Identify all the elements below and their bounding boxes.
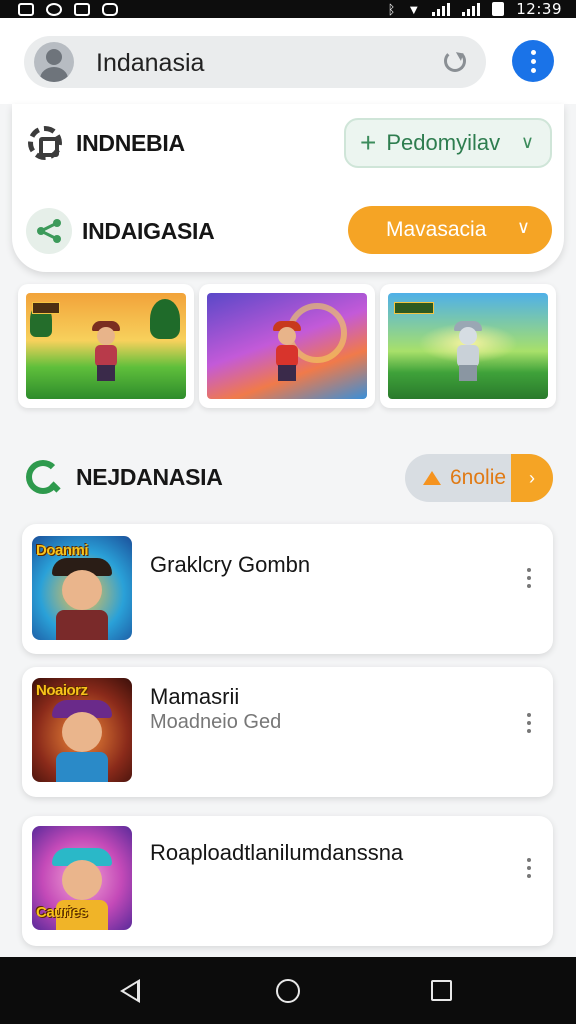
chevron-right-icon: ›	[511, 454, 553, 502]
game-icon-caption: Doanmi	[36, 542, 89, 559]
section-row-title: INDAIGASIA	[82, 218, 215, 244]
search-input[interactable]: Indanasia	[96, 49, 204, 78]
game-thumbnail-card[interactable]	[18, 284, 194, 408]
character-illustration	[450, 321, 486, 381]
more-options-icon[interactable]	[527, 858, 531, 878]
top-app-bar: Indanasia	[0, 18, 576, 104]
game-icon: Cauries	[32, 826, 132, 930]
row1-dropdown-button[interactable]: + Pedomyilav ∨	[344, 118, 552, 168]
status-bar: ᛒ ▼ 12:39	[0, 0, 576, 18]
plus-icon: +	[360, 127, 377, 158]
recent-apps-icon[interactable]	[431, 980, 452, 1001]
chevron-down-icon: ∨	[516, 217, 530, 237]
gear-icon	[28, 126, 62, 160]
more-options-icon[interactable]	[527, 713, 531, 733]
refresh-loop-icon	[26, 460, 60, 494]
section-action-button[interactable]: 6nolie ›	[405, 454, 553, 502]
game-icon-caption: Noaiorz	[36, 682, 88, 699]
section-row-title: INDNEBIA	[76, 130, 185, 156]
game-logo-badge	[394, 302, 434, 314]
overflow-menu-button[interactable]	[512, 40, 554, 82]
character-illustration	[269, 321, 305, 381]
avatar[interactable]	[34, 42, 74, 82]
list-item[interactable]: Doanmi Graklcry Gombn	[22, 524, 553, 654]
signal-icon	[432, 2, 451, 16]
game-icon-caption: Cauries	[36, 904, 88, 921]
section-title: NEJDANASIA	[76, 464, 223, 490]
game-thumbnail	[207, 293, 367, 399]
settings-notification-icon	[46, 2, 62, 16]
gallery-notification-icon	[18, 2, 34, 16]
back-icon[interactable]	[120, 979, 140, 1003]
row1-button-label: Pedomyilav	[386, 130, 501, 155]
game-icon: Doanmi	[32, 536, 132, 640]
game-logo-badge	[32, 302, 60, 314]
signal-2-icon	[462, 2, 481, 16]
section-action-label: 6nolie	[450, 466, 507, 489]
game-icon: Noaiorz	[32, 678, 132, 782]
app-notification-icon	[102, 2, 118, 16]
row2-button-label: Mavasacia	[386, 218, 487, 241]
search-bar[interactable]: Indanasia	[24, 36, 486, 88]
status-icons-left	[18, 2, 118, 16]
battery-icon	[492, 2, 505, 16]
share-icon	[26, 208, 72, 254]
game-thumbnail-card[interactable]	[380, 284, 556, 408]
status-time: 12:39	[516, 0, 562, 18]
system-navigation-bar	[0, 957, 576, 1024]
more-options-icon[interactable]	[527, 568, 531, 588]
list-item[interactable]: Noaiorz Mamasrii Moadneio Ged	[22, 667, 553, 797]
warning-icon	[423, 471, 441, 485]
home-icon[interactable]	[276, 979, 300, 1003]
row2-dropdown-button[interactable]: Mavasacia ∨	[348, 206, 552, 254]
list-item-subtitle: Moadneio Ged	[150, 711, 282, 733]
character-illustration	[88, 321, 124, 381]
refresh-icon[interactable]	[444, 50, 466, 72]
list-item-title: Mamasrii	[150, 684, 240, 709]
list-item[interactable]: Cauries Roaploadtlanilumdanssna	[22, 816, 553, 946]
bluetooth-icon: ᛒ	[387, 1, 396, 17]
list-item-title: Roaploadtlanilumdanssna	[150, 840, 404, 865]
wifi-icon: ▼	[407, 1, 421, 17]
status-icons-right: ᛒ ▼ 12:39	[388, 0, 562, 18]
game-thumbnail-card[interactable]	[199, 284, 375, 408]
download-notification-icon	[74, 2, 90, 16]
list-item-title: Graklcry Gombn	[150, 552, 311, 577]
chevron-down-icon: ∨	[520, 132, 534, 152]
